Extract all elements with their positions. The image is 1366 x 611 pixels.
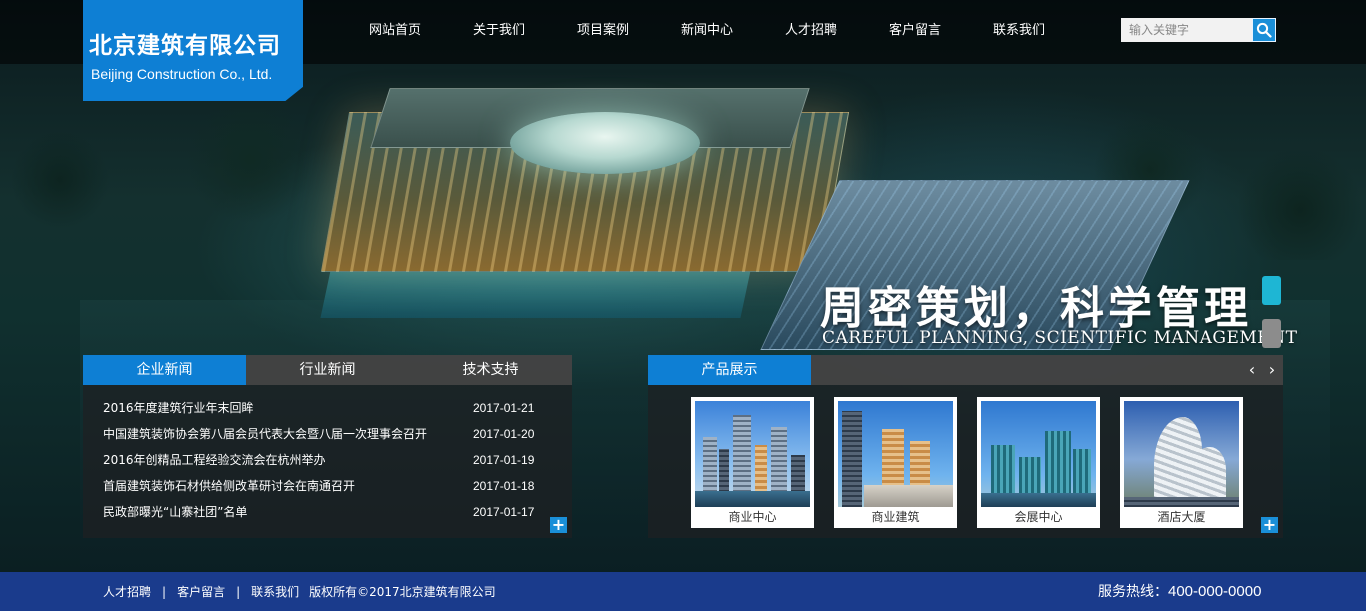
footer-links: 人才招聘 | 客户留言 | 联系我们 版权所有©2017北京建筑有限公司	[103, 572, 496, 611]
footer-copyright: 版权所有©2017北京建筑有限公司	[309, 585, 496, 599]
product-image	[838, 401, 953, 507]
logo-name-en: Beijing Construction Co., Ltd.	[91, 66, 273, 82]
banner-dome	[510, 112, 700, 174]
product-name: 商业中心	[728, 510, 777, 524]
tab-company-news[interactable]: 企业新闻	[83, 355, 246, 385]
site-footer: 人才招聘 | 客户留言 | 联系我们 版权所有©2017北京建筑有限公司 服务热线：400…	[0, 572, 1366, 611]
news-date: 2017-01-21	[473, 401, 535, 415]
product-name: 酒店大厦	[1157, 510, 1206, 524]
news-title[interactable]: 中国建筑装饰协会第八届会员代表大会暨八届一次理事会召开	[103, 421, 463, 447]
search-icon	[1256, 22, 1272, 38]
tab-tech-support[interactable]: 技术支持	[409, 355, 572, 385]
product-image	[695, 401, 810, 507]
footer-link-careers[interactable]: 人才招聘	[103, 585, 151, 599]
product-card-hotel-tower[interactable]: 酒店大厦	[1120, 397, 1243, 528]
search-button[interactable]	[1252, 18, 1276, 42]
nav-item-messages[interactable]: 客户留言	[863, 0, 967, 64]
banner-dot-2[interactable]	[1262, 319, 1281, 348]
banner-pagination	[1262, 276, 1281, 362]
news-date: 2017-01-19	[473, 453, 535, 467]
product-more-button[interactable]: +	[1261, 517, 1278, 533]
logo-name-cn: 北京建筑有限公司	[89, 33, 281, 59]
search-box	[1121, 18, 1276, 42]
news-date: 2017-01-20	[473, 427, 535, 441]
company-logo[interactable]: 北京建筑有限公司 Beijing Construction Co., Ltd.	[83, 0, 303, 101]
product-card-commercial-center[interactable]: 商业中心	[691, 397, 814, 528]
product-header: 产品展示 ‹ ›	[648, 355, 1283, 385]
footer-link-contact[interactable]: 联系我们	[251, 585, 299, 599]
tab-industry-news[interactable]: 行业新闻	[246, 355, 409, 385]
product-card-commercial-building[interactable]: 商业建筑	[834, 397, 957, 528]
news-title[interactable]: 民政部曝光“山寨社团”名单	[103, 499, 463, 525]
nav-item-home[interactable]: 网站首页	[343, 0, 447, 64]
nav-item-projects[interactable]: 项目案例	[551, 0, 655, 64]
list-item[interactable]: 2016年度建筑行业年末回眸 2017-01-21	[83, 395, 572, 421]
banner-dot-1[interactable]	[1262, 276, 1281, 305]
list-item[interactable]: 中国建筑装饰协会第八届会员代表大会暨八届一次理事会召开 2017-01-20	[83, 421, 572, 447]
news-title[interactable]: 2016年度建筑行业年末回眸	[103, 395, 463, 421]
banner-slogan-cn: 周密策划，科学管理	[820, 283, 1252, 334]
nav-item-careers[interactable]: 人才招聘	[759, 0, 863, 64]
product-name: 商业建筑	[871, 510, 920, 524]
hotline-number: 400-000-0000	[1168, 583, 1262, 600]
product-image	[981, 401, 1096, 507]
news-title[interactable]: 首届建筑装饰石材供给侧改革研讨会在南通召开	[103, 473, 463, 499]
product-name: 会展中心	[1014, 510, 1063, 524]
footer-separator: |	[236, 585, 241, 599]
nav-item-about[interactable]: 关于我们	[447, 0, 551, 64]
footer-link-messages[interactable]: 客户留言	[177, 585, 225, 599]
hotline-label: 服务热线：	[1098, 584, 1168, 600]
nav-item-contact[interactable]: 联系我们	[967, 0, 1071, 64]
product-card-exhibition-center[interactable]: 会展中心	[977, 397, 1100, 528]
list-item[interactable]: 首届建筑装饰石材供给侧改革研讨会在南通召开 2017-01-18	[83, 473, 572, 499]
news-panel: 企业新闻 行业新闻 技术支持 2016年度建筑行业年末回眸 2017-01-21…	[83, 355, 572, 538]
news-more-button[interactable]: +	[550, 517, 567, 533]
product-next-button[interactable]: ›	[1264, 360, 1280, 380]
news-title[interactable]: 2016年创精品工程经验交流会在杭州举办	[103, 447, 463, 473]
list-item[interactable]: 民政部曝光“山寨社团”名单 2017-01-17	[83, 499, 572, 525]
news-list: 2016年度建筑行业年末回眸 2017-01-21 中国建筑装饰协会第八届会员代…	[83, 385, 572, 525]
list-item[interactable]: 2016年创精品工程经验交流会在杭州举办 2017-01-19	[83, 447, 572, 473]
product-prev-button[interactable]: ‹	[1244, 360, 1260, 380]
footer-separator: |	[162, 585, 167, 599]
news-date: 2017-01-18	[473, 479, 535, 493]
banner-slogan-en: CAREFUL PLANNING, SCIENTIFIC MANAGEMENT	[822, 328, 1298, 348]
product-panel: 产品展示 ‹ › 商业中心 商业建筑 会展中心 酒店大厦 +	[648, 355, 1283, 538]
tab-products[interactable]: 产品展示	[648, 355, 811, 385]
product-image	[1124, 401, 1239, 507]
news-date: 2017-01-17	[473, 505, 535, 519]
nav-item-news[interactable]: 新闻中心	[655, 0, 759, 64]
main-nav: 网站首页 关于我们 项目案例 新闻中心 人才招聘 客户留言 联系我们	[343, 0, 1071, 64]
footer-hotline: 服务热线：400-000-0000	[1098, 572, 1261, 611]
search-input[interactable]	[1121, 18, 1252, 42]
product-list: 商业中心 商业建筑 会展中心 酒店大厦	[691, 397, 1263, 528]
news-tabs: 企业新闻 行业新闻 技术支持	[83, 355, 572, 385]
